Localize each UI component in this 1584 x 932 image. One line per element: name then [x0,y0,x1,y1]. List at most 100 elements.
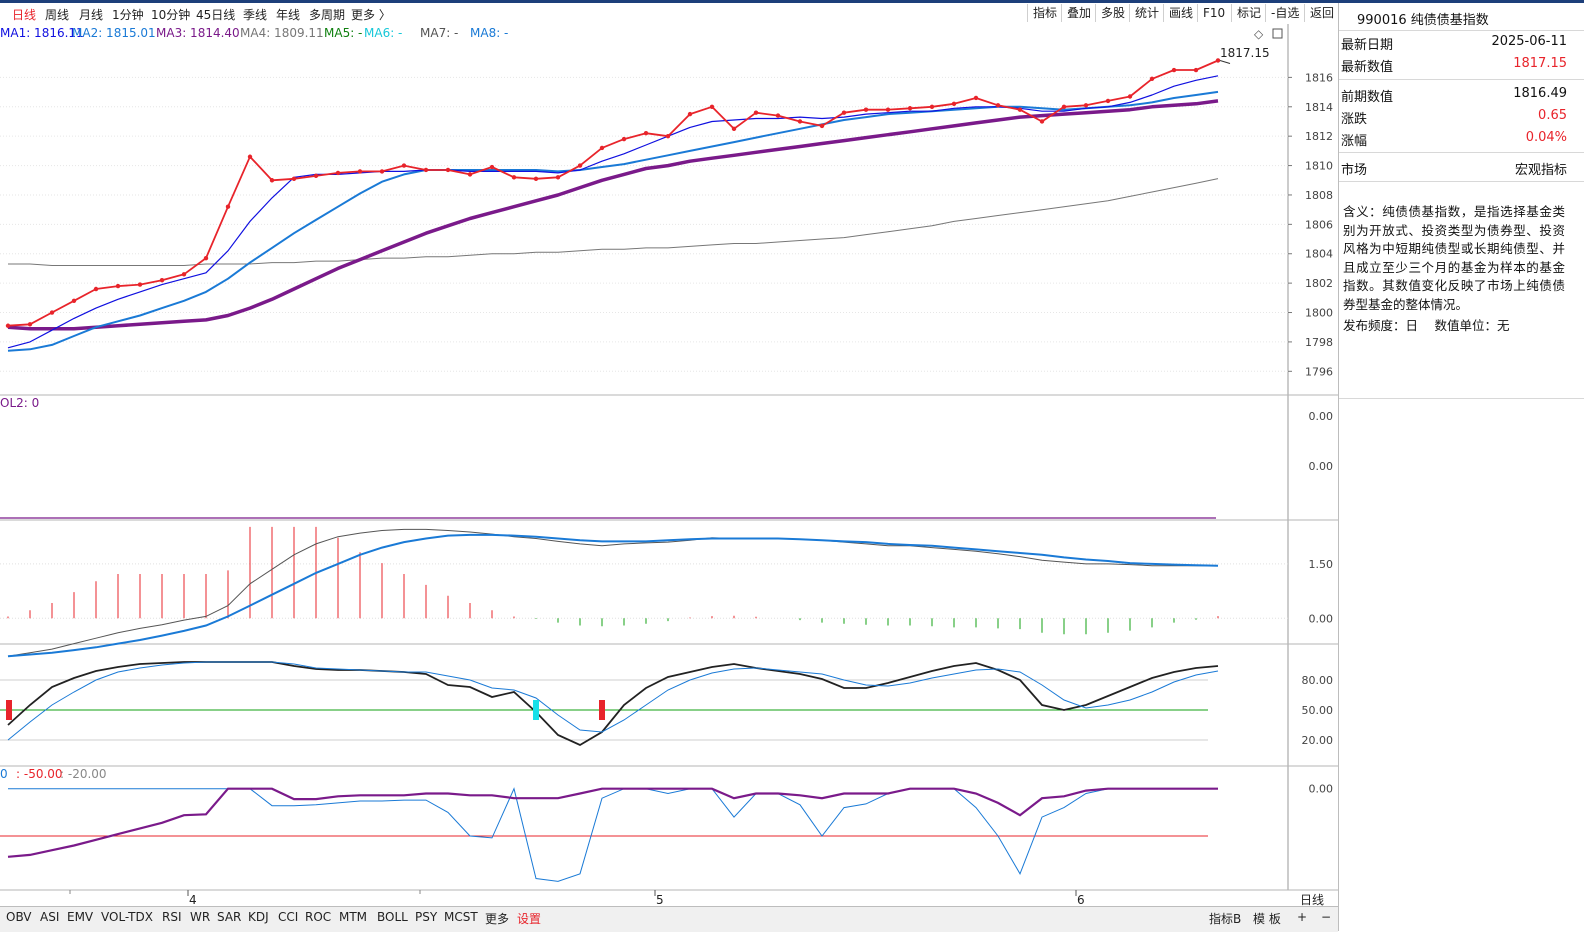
tab-psy[interactable]: PSY [415,910,437,924]
back-button[interactable]: 返回 [1304,4,1340,22]
x-tick-label: 5 [656,893,664,906]
price-point [335,170,341,176]
kdj-cross-marker [533,700,539,720]
x-axis-period-label: 日线 [1300,893,1324,906]
row-market-value: 宏观指标 [1514,163,1567,178]
row-latest-value: 最新数值 1817.15 [1341,54,1567,75]
price-point [71,298,77,303]
ma-legend-item: MA8: - [470,26,508,40]
tab-10min[interactable]: 10分钟 [151,6,190,23]
indicator-button[interactable]: 指标 [1027,4,1063,22]
wr-label-b: : -50.00 [16,767,63,781]
macd-line-1 [7,533,1219,658]
overlay-button[interactable]: 叠加 [1061,4,1097,22]
tab-wr[interactable]: WR [190,910,210,924]
zoom-out-button[interactable]: − [1321,910,1331,924]
statistics-button[interactable]: 统计 [1129,4,1165,22]
ma-legend-item: MA7: - [420,26,458,40]
price-tick-label: 1804 [1305,248,1333,261]
tab-multi-period[interactable]: 多周期 [309,6,345,23]
tab-mcst[interactable]: MCST [444,910,478,924]
indicator-b-button[interactable]: 指标B [1209,910,1241,927]
draw-line-button[interactable]: 画线 [1163,4,1199,22]
tab-monthly[interactable]: 月线 [79,6,103,23]
price-point [731,126,737,132]
price-point [819,123,825,129]
tab-weekly[interactable]: 周线 [45,6,69,23]
tab-1min[interactable]: 1分钟 [112,6,144,23]
ma-legend-item: MA5: - [324,26,362,40]
row-latest-date: 最新日期 2025-06-11 [1341,32,1567,53]
row-change-pct: 涨幅 0.04% [1341,128,1567,149]
tab-more[interactable]: 更多 〉 [351,6,391,23]
index-description: 含义：纯债债基指数，是指选择基金类别为开放式、投资类型为债券型、投资风格为中短期… [1343,204,1565,312]
zoom-in-button[interactable]: + [1297,910,1307,924]
price-point [995,103,1001,108]
panel-divider [1339,398,1584,399]
y-axis-labels: 1796 1798 1800 1802 1804 1806 1808 1810 1812 1814… [1288,71,1334,796]
tab-vol-tdx[interactable]: VOL-TDX [101,910,153,924]
tab-sar[interactable]: SAR [217,910,241,924]
info-panel: 990016 纯债债基指数 最新日期 2025-06-11 最新数值 1817.… [1338,3,1584,931]
price-point [1149,76,1155,82]
watchlist-button[interactable]: -自选 [1265,4,1305,22]
tab-boll[interactable]: BOLL [377,910,408,924]
price-series-3 [7,99,1219,331]
tab-obv[interactable]: OBV [6,910,32,924]
tab-45day[interactable]: 45日线 [196,6,235,23]
diamond-icon[interactable]: ◇ [1254,27,1264,41]
row-change-value: 0.65 [1538,108,1567,123]
tab-emv[interactable]: EMV [67,910,93,924]
f10-button[interactable]: F10 [1197,4,1231,22]
chart-area[interactable]: 1796 1798 1800 1802 1804 1806 1808 1810 1812 1814… [0,24,1338,906]
price-point [1039,119,1045,124]
ma-legend-item: MA3: 1814.40 [156,26,240,40]
row-change: 涨跌 0.65 [1341,106,1567,127]
row-latest-date-value: 2025-06-11 [1491,34,1567,49]
tab-mtm[interactable]: MTM [339,910,367,924]
panel-divider [1339,30,1584,31]
price-point [533,176,539,181]
tab-settings[interactable]: 设置 [517,910,541,927]
kdj-line-1 [7,661,1219,741]
tab-kdj[interactable]: KDJ [248,910,269,924]
price-point [137,282,143,287]
price-tick-label: 1810 [1305,160,1333,173]
price-point [621,136,627,142]
price-point [115,283,121,289]
macd-tick-label: 1.50 [1309,558,1334,571]
price-point [1105,98,1111,104]
kdj-plot [6,661,1219,747]
price-tick-label: 1802 [1305,277,1333,290]
tab-cci[interactable]: CCI [278,910,298,924]
price-point [643,131,649,136]
price-point [863,107,869,112]
restore-icon[interactable] [1272,28,1283,39]
price-point [665,133,671,139]
tab-asi[interactable]: ASI [40,910,59,924]
price-point [93,286,99,292]
price-point [269,178,275,183]
row-change-key: 涨跌 [1341,112,1368,127]
tab-rsi[interactable]: RSI [162,910,182,924]
price-point [841,110,847,115]
price-tick-label: 1812 [1305,130,1333,143]
tab-more-indicators[interactable]: 更多 [485,910,509,927]
price-tick-label: 1796 [1305,365,1333,378]
price-series-2 [7,90,1219,352]
tab-roc[interactable]: ROC [305,910,331,924]
tab-daily[interactable]: 日线 [12,6,36,23]
price-point [1171,67,1177,73]
mark-button[interactable]: 标记 [1231,4,1267,22]
row-change-pct-key: 涨幅 [1341,134,1368,149]
row-previous-value-key: 前期数值 [1341,90,1394,105]
price-point [709,104,715,109]
multi-stock-button[interactable]: 多股 [1095,4,1131,22]
price-tick-label: 1816 [1305,71,1333,84]
tab-yearly[interactable]: 年线 [276,6,300,23]
vol-tick-label: 0.00 [1309,460,1334,473]
panel-divider [1339,181,1584,182]
tab-quarterly[interactable]: 季线 [243,6,267,23]
price-point [467,172,473,177]
template-button[interactable]: 模 板 [1253,910,1281,927]
